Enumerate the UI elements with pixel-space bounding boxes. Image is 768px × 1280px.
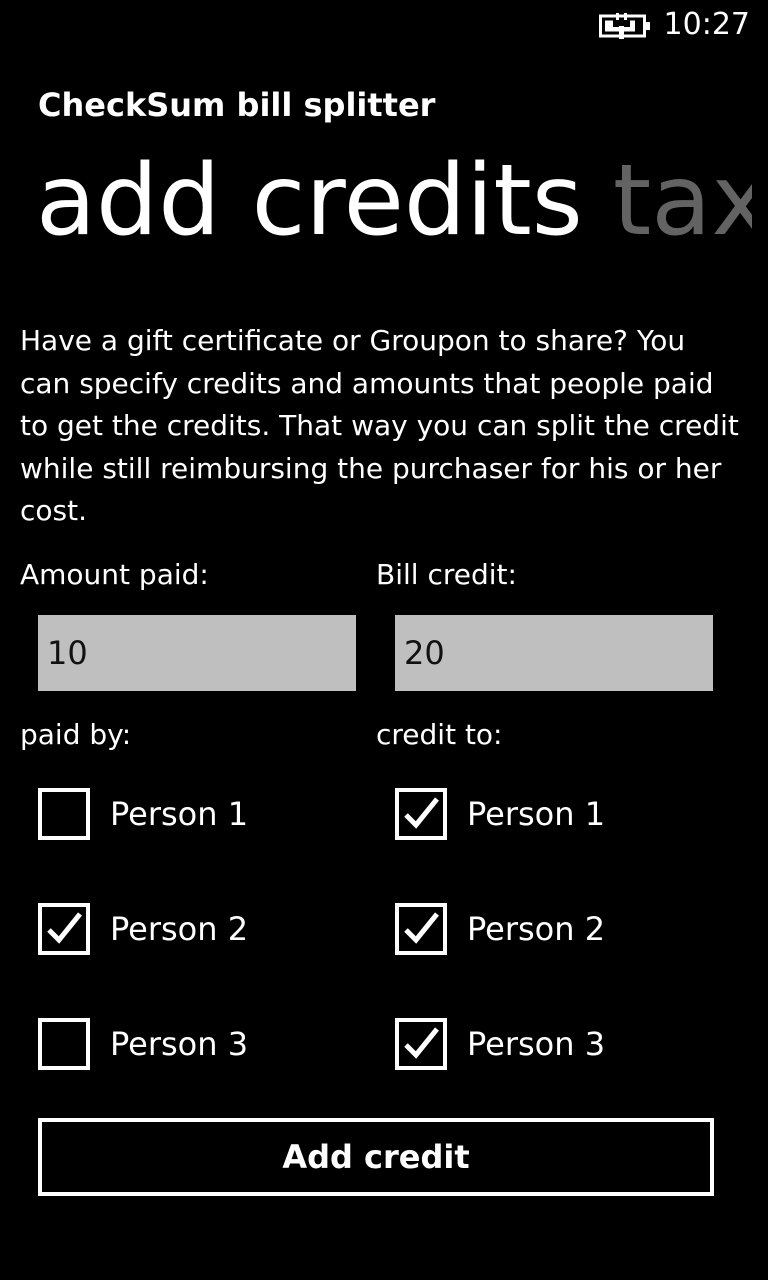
description-line: can specify credits and amounts that peo… bbox=[20, 366, 714, 400]
checkbox-box[interactable] bbox=[38, 903, 90, 955]
checkbox-box[interactable] bbox=[38, 788, 90, 840]
description-line: while still reimbursing the purchaser fo… bbox=[20, 451, 722, 485]
battery-charging-icon bbox=[599, 13, 651, 39]
checkmark-icon bbox=[404, 912, 439, 944]
checkbox-label: Person 2 bbox=[467, 910, 606, 948]
status-bar: 10:27 bbox=[0, 0, 768, 50]
checkmark-icon bbox=[404, 1027, 439, 1059]
amount-paid-input[interactable] bbox=[38, 615, 356, 691]
checkmark-icon bbox=[404, 797, 439, 829]
pivot-tab-add-credits[interactable]: add credits bbox=[36, 144, 583, 258]
checkbox-box[interactable] bbox=[38, 1018, 90, 1070]
credit-to-person-3-checkbox[interactable]: Person 3 bbox=[395, 1018, 715, 1070]
credit-to-person-1-checkbox[interactable]: Person 1 bbox=[395, 788, 715, 840]
description-text: Have a gift certificate or Groupon to sh… bbox=[20, 320, 748, 533]
checkbox-label: Person 3 bbox=[467, 1025, 606, 1063]
amount-paid-label: Amount paid: bbox=[20, 558, 209, 591]
paid-by-person-1-checkbox[interactable]: Person 1 bbox=[38, 788, 358, 840]
add-credit-button[interactable]: Add credit bbox=[38, 1118, 714, 1196]
credit-to-person-2-checkbox[interactable]: Person 2 bbox=[395, 903, 715, 955]
checkbox-label: Person 2 bbox=[110, 910, 249, 948]
bill-credit-label: Bill credit: bbox=[376, 558, 517, 591]
credit-to-label: credit to: bbox=[376, 718, 503, 751]
checkbox-label: Person 1 bbox=[467, 795, 606, 833]
checkmark-icon bbox=[47, 912, 82, 944]
pivot-tab-tax[interactable]: tax bbox=[613, 144, 752, 258]
paid-by-label: paid by: bbox=[20, 718, 132, 751]
description-line: Have a gift certificate or Groupon to sh… bbox=[20, 324, 686, 357]
clock: 10:27 bbox=[663, 7, 750, 42]
description-line: cost. bbox=[20, 494, 87, 527]
bill-credit-input[interactable] bbox=[395, 615, 713, 691]
checkbox-box[interactable] bbox=[395, 1018, 447, 1070]
app-title: CheckSum bill splitter bbox=[38, 86, 436, 124]
paid-by-person-2-checkbox[interactable]: Person 2 bbox=[38, 903, 358, 955]
checkbox-box[interactable] bbox=[395, 788, 447, 840]
checkbox-label: Person 3 bbox=[110, 1025, 249, 1063]
paid-by-person-3-checkbox[interactable]: Person 3 bbox=[38, 1018, 358, 1070]
description-line: to get the credits. That way you can spl… bbox=[20, 409, 739, 442]
checkbox-label: Person 1 bbox=[110, 795, 249, 833]
pivot-header: add credits tax bbox=[36, 142, 752, 262]
checkbox-box[interactable] bbox=[395, 903, 447, 955]
